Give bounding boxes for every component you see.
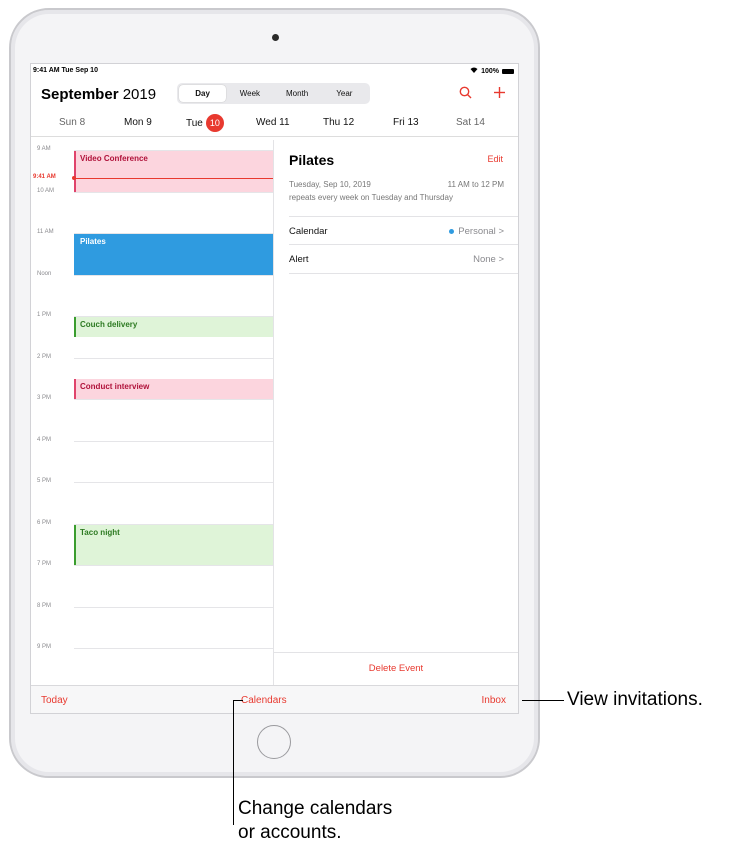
day-sun[interactable]: Sun 8 [59,117,85,128]
battery-icon [502,68,514,74]
month-title: September 2019 [41,86,156,103]
event-date: Tuesday, Sep 10, 2019 [289,180,371,189]
hour-gridline [74,274,273,276]
event-repeat: repeats every week on Tuesday and Thursd… [289,193,453,202]
chevron-right-icon: > [498,226,504,237]
calendars-button[interactable]: Calendars [241,695,287,706]
current-time-label: 9:41 AM [33,174,56,181]
day-tue-label: Tue [186,118,203,129]
view-segmented-control: Day Week Month Year [177,83,370,104]
day-wed[interactable]: Wed 11 [256,117,290,128]
bottom-toolbar: Today Calendars Inbox [31,685,518,713]
hour-label: 1 PM [37,312,52,318]
calendars-callout-line2: or accounts. [238,822,342,843]
event-detail-panel: Pilates Edit Tuesday, Sep 10, 2019 11 AM… [274,140,518,685]
event-title: Pilates [289,152,335,168]
inbox-callout-line [522,700,564,701]
day-timeline[interactable]: 9 AM 10 AM 11 AM Noon 1 PM 2 PM 3 PM 4 PM 5 PM 6 … [31,140,274,685]
hour-label: 7 PM [37,561,52,567]
event-block[interactable]: Taco night [74,524,273,565]
status-time: 9:41 AM Tue Sep 10 [33,67,98,74]
year: 2019 [122,86,157,103]
hour-label: 2 PM [37,353,52,360]
front-camera [272,34,279,41]
hour-gridline [74,565,273,566]
segment-day[interactable]: Day [179,85,227,102]
day-fri[interactable]: Fri 13 [393,117,419,128]
hour-gridline [74,357,273,359]
alert-row[interactable]: Alert None > [289,244,518,274]
hour-label: Noon [37,270,52,277]
inbox-button[interactable]: Inbox [482,695,506,706]
day-mon[interactable]: Mon 9 [124,117,152,128]
chevron-right-icon: > [498,254,504,265]
plus-icon[interactable] [493,86,506,104]
calendar-row[interactable]: Calendar Personal > [289,216,518,245]
hour-label: 5 PM [37,478,52,484]
calendar-row-value: Personal [458,226,496,237]
hour-label: 10 AM [37,187,55,194]
alert-row-label: Alert [289,254,309,265]
day-thu[interactable]: Thu 12 [323,117,354,128]
event-block[interactable]: Video Conference [74,151,273,192]
status-bar: 9:41 AM Tue Sep 10 100% [31,64,518,78]
edit-button[interactable]: Edit [487,154,503,164]
alert-row-value: None [473,254,496,265]
hour-label: 9 AM [37,146,51,152]
inbox-callout: View invitations. [567,689,703,710]
calendars-callout-line1: Change calendars [238,798,393,819]
today-button[interactable]: Today [41,695,68,706]
calendar-row-label: Calendar [289,226,328,237]
calendars-callout-line-h [233,700,243,701]
event-block[interactable]: Conduct interview [74,379,273,399]
hour-label: 6 PM [37,519,52,526]
search-icon[interactable] [459,86,472,104]
delete-event-button[interactable]: Delete Event [274,663,518,674]
calendar-screen: 9:41 AM Tue Sep 10 100% September 2019 D… [30,63,519,714]
hour-label: 4 PM [37,436,52,443]
hour-label: 11 AM [37,229,54,235]
event-block[interactable]: Couch delivery [74,317,273,337]
event-time-range: 11 AM to 12 PM [447,180,504,189]
delete-bar: Delete Event [274,652,518,685]
hour-gridline [74,606,273,608]
hour-gridline [74,482,273,483]
hour-label: 9 PM [37,644,52,650]
week-day-strip: Sun 8 Mon 9 Tue 10 Wed 11 Thu 12 Fri 13 S… [31,112,518,137]
personal-calendar-dot [449,228,455,234]
hour-label: 8 PM [37,602,52,609]
hour-gridline [74,191,273,193]
hour-gridline [74,399,273,400]
event-block[interactable]: Pilates [74,234,273,275]
hour-gridline [74,648,273,649]
calendar-header: September 2019 Day Week Month Year [31,78,518,110]
segment-week[interactable]: Week [226,85,273,102]
current-time-line [74,178,273,180]
hour-gridline [74,440,273,442]
segment-year[interactable]: Year [321,85,368,102]
month-name: September [41,86,119,103]
home-button[interactable] [257,725,291,759]
day-tue-selected[interactable]: Tue 10 [186,114,224,132]
wifi-icon [470,67,478,75]
today-badge: 10 [205,114,224,132]
segment-month[interactable]: Month [274,85,321,102]
hour-label: 3 PM [37,395,52,401]
day-sat[interactable]: Sat 14 [456,117,485,128]
battery-percent: 100% [481,67,499,75]
calendars-callout-line-v [233,700,234,825]
